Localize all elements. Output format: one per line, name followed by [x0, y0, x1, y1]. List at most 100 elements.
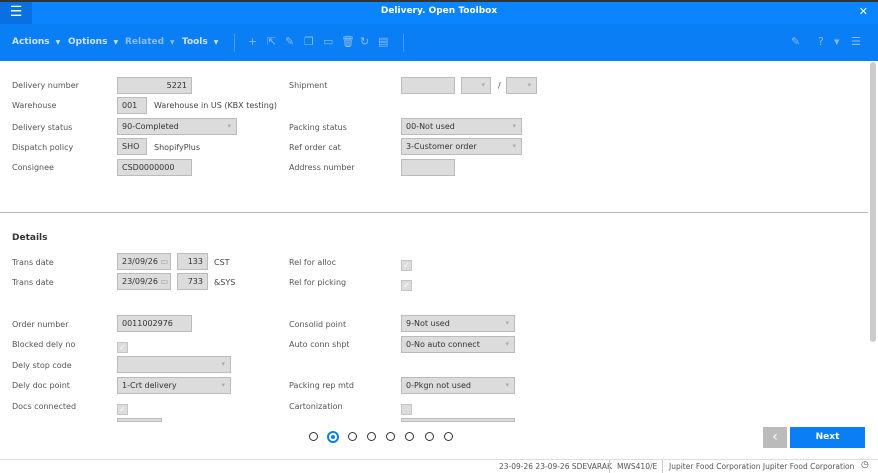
delivery-status-select[interactable]: 90-Completed — [117, 118, 237, 135]
trans-zone: CST — [214, 258, 230, 267]
status-company: Jupiter Food Corporation Jupiter Food Co… — [669, 462, 855, 471]
status-divider — [609, 460, 610, 473]
ref-order-cat-select[interactable]: 3-Customer order — [401, 138, 522, 155]
status-program: MWS410/E — [617, 462, 658, 471]
rel-alloc-checkbox[interactable]: ✓ — [401, 260, 412, 271]
consignee-field[interactable]: CSD0000000 — [117, 159, 192, 176]
panel-icon[interactable]: ▭ — [323, 35, 333, 48]
blocked-label: Blocked dely no — [12, 340, 76, 349]
consolid-select[interactable]: 9-Not used — [401, 315, 515, 332]
packing-rep-select[interactable]: 0-Pkgn not used — [401, 377, 515, 394]
title-bar: ☰ Delivery. Open Toolbox ✕ — [0, 0, 878, 24]
shipment-field[interactable] — [401, 77, 455, 94]
page-dot-4[interactable] — [367, 432, 376, 441]
page-dot-2[interactable] — [327, 431, 339, 443]
toolbar: Actions ▼ Options ▼ Related ▼ Tools ▼ + ⇱ ✎ … — [0, 24, 878, 61]
options-label: Options — [68, 37, 108, 47]
tools-menu[interactable]: Tools ▼ — [182, 37, 218, 47]
docs-connected-label: Docs connected — [12, 402, 77, 411]
shipment-label: Shipment — [289, 81, 328, 90]
related-label: Related — [125, 37, 165, 47]
actions-label: Actions — [12, 37, 50, 47]
page-dot-3[interactable] — [348, 432, 357, 441]
section-divider — [0, 212, 868, 213]
select-icon[interactable]: ⇱ — [267, 35, 276, 48]
warehouse-field[interactable]: 001 — [117, 97, 147, 114]
cartonization-checkbox[interactable] — [401, 404, 412, 415]
packing-status-label: Packing status — [289, 123, 347, 132]
next-button[interactable]: Next — [790, 427, 865, 448]
stop-code-label: Dely stop code — [12, 361, 72, 370]
blocked-checkbox[interactable]: ✓ — [117, 342, 128, 353]
scrollbar[interactable] — [870, 62, 876, 342]
dispatch-policy-field[interactable]: SHO — [117, 138, 147, 155]
refresh-icon[interactable]: ↻ — [360, 35, 369, 48]
details-heading: Details — [12, 233, 48, 243]
rel-picking-label: Rel for picking — [289, 278, 347, 287]
auto-conn-select[interactable]: 0-No auto connect — [401, 336, 515, 353]
doc-point-select[interactable]: 1-Crt delivery — [117, 377, 231, 394]
trans-date-label-2: Trans date — [12, 278, 54, 287]
tools-label: Tools — [182, 37, 208, 47]
packing-status-select[interactable]: 00-Not used — [401, 118, 522, 135]
history-icon[interactable]: ◷ — [861, 460, 869, 470]
chevron-left-icon: ‹ — [772, 429, 778, 445]
chevron-down-icon[interactable]: ▼ — [834, 38, 839, 46]
trans-time-field-2[interactable]: 733 — [177, 273, 208, 290]
address-number-label: Address number — [289, 163, 355, 172]
shipment-select-1[interactable] — [461, 77, 491, 94]
warehouse-desc: Warehouse in US (KBX testing) — [154, 101, 278, 110]
page-dot-6[interactable] — [405, 432, 414, 441]
status-dates-user: 23-09-26 23-09-26 SDEVARAK — [499, 462, 612, 471]
edit-page-icon[interactable]: ✎ — [791, 35, 800, 48]
previous-button[interactable]: ‹ — [763, 427, 787, 448]
calendar-icon[interactable]: ▭ — [160, 257, 168, 266]
add-icon[interactable]: + — [248, 35, 257, 48]
rel-alloc-label: Rel for alloc — [289, 258, 337, 267]
page-dot-1[interactable] — [309, 432, 318, 441]
doc-point-label: Dely doc point — [12, 381, 70, 390]
partial-field-2[interactable] — [401, 418, 515, 422]
page-dot-8[interactable] — [444, 432, 453, 441]
order-number-field[interactable]: 0011002976 — [117, 315, 192, 332]
rel-picking-checkbox[interactable]: ✓ — [401, 280, 412, 291]
shipment-separator: / — [498, 81, 501, 90]
delivery-number-label: Delivery number — [12, 81, 79, 90]
copy-icon[interactable]: ❐ — [304, 35, 314, 48]
calendar-icon[interactable]: ▭ — [160, 277, 168, 286]
delivery-number-field[interactable]: 5221 — [117, 77, 192, 94]
options-menu[interactable]: Options ▼ — [68, 37, 118, 47]
trans-date-field-2[interactable]: 23/09/26 ▭ — [117, 273, 171, 290]
toolbar-divider — [403, 34, 404, 52]
note-icon[interactable]: ▤ — [378, 35, 388, 48]
consignee-label: Consignee — [12, 163, 54, 172]
page-dot-7[interactable] — [425, 432, 434, 441]
status-bar: 23-09-26 23-09-26 SDEVARAK MWS410/E Jupi… — [0, 459, 878, 473]
actions-menu[interactable]: Actions ▼ — [12, 37, 60, 47]
shipment-select-2[interactable] — [506, 77, 537, 94]
trans-date-value: 23/09/26 — [122, 257, 158, 266]
trans-date-field[interactable]: 23/09/26 ▭ — [117, 253, 171, 270]
toolbar-divider — [234, 34, 235, 52]
window-title: Delivery. Open Toolbox — [380, 6, 498, 16]
partial-field[interactable] — [117, 418, 162, 422]
dispatch-policy-label: Dispatch policy — [12, 143, 74, 152]
related-menu[interactable]: Related ▼ — [125, 37, 175, 47]
page-dot-5[interactable] — [386, 432, 395, 441]
auto-conn-label: Auto conn shpt — [289, 340, 350, 349]
delivery-status-label: Delivery status — [12, 123, 73, 132]
status-divider — [662, 460, 663, 473]
more-menu-icon[interactable]: ☰ — [851, 35, 861, 48]
address-number-field[interactable] — [401, 159, 455, 176]
edit-icon[interactable]: ✎ — [285, 35, 294, 48]
delete-icon[interactable]: 🗑 — [341, 35, 355, 48]
stop-code-select[interactable] — [117, 356, 231, 373]
close-icon[interactable]: ✕ — [859, 5, 868, 18]
help-icon[interactable]: ? — [818, 35, 824, 48]
packing-rep-label: Packing rep mtd — [289, 381, 354, 390]
docs-connected-checkbox[interactable]: ✓ — [117, 404, 128, 415]
trans-date-value-2: 23/09/26 — [122, 277, 158, 286]
warehouse-label: Warehouse — [12, 101, 57, 110]
consolid-label: Consolid point — [289, 320, 347, 329]
trans-time-field[interactable]: 133 — [177, 253, 208, 270]
